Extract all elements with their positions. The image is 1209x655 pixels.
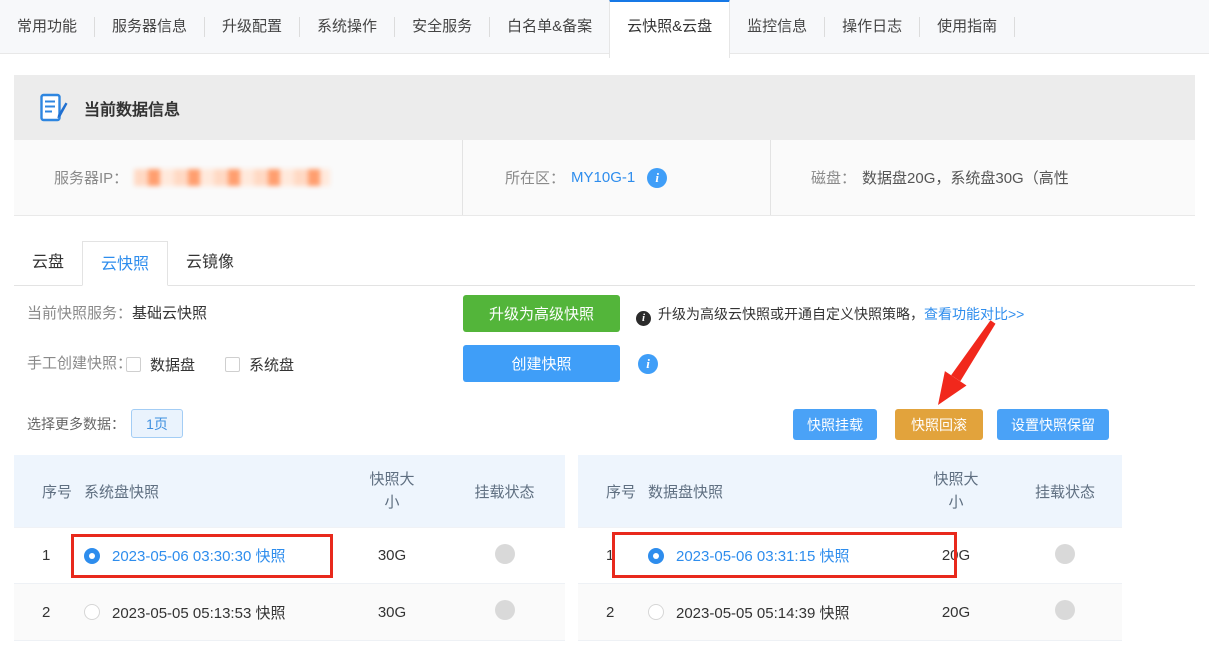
- snapshot-size: 30G: [340, 547, 444, 564]
- server-ip-label: 服务器IP：: [54, 167, 128, 188]
- data-disk-checkbox-label: 数据盘: [150, 354, 195, 375]
- tab-common-functions[interactable]: 常用功能: [0, 0, 94, 54]
- mount-status-dot: [1055, 600, 1075, 620]
- system-disk-checkbox-label: 系统盘: [249, 354, 294, 375]
- zone-info-icon[interactable]: i: [647, 168, 667, 188]
- snapshot-link[interactable]: 2023-05-06 03:30:30 快照: [112, 545, 285, 566]
- snapshot-management-page: 常用功能 服务器信息 升级配置 系统操作 安全服务 白名单&备案 云快照&云盘 …: [0, 0, 1209, 655]
- snapshot-size: 30G: [340, 604, 444, 621]
- radio-selected[interactable]: [84, 548, 100, 564]
- tab-security-service[interactable]: 安全服务: [395, 0, 489, 54]
- data-disk-checkbox[interactable]: 数据盘: [126, 354, 195, 375]
- tab-operation-log[interactable]: 操作日志: [825, 0, 919, 54]
- subtab-cloud-snapshot[interactable]: 云快照: [82, 241, 168, 286]
- subtab-cloud-image[interactable]: 云镜像: [168, 240, 252, 285]
- col-size: 快照大小: [340, 468, 444, 515]
- col-name: 系统盘快照: [84, 481, 340, 502]
- tab-upgrade-config[interactable]: 升级配置: [205, 0, 299, 54]
- col-status: 挂载状态: [1008, 481, 1122, 502]
- snapshot-mount-button[interactable]: 快照挂载: [793, 409, 877, 440]
- col-index: 序号: [578, 481, 648, 502]
- tab-cloud-snapshot-disk[interactable]: 云快照&云盘: [609, 0, 730, 58]
- checkbox-icon[interactable]: [126, 357, 141, 372]
- snapshot-retention-button[interactable]: 设置快照保留: [997, 409, 1109, 440]
- row-index: 2: [14, 604, 84, 621]
- snapshot-link[interactable]: 2023-05-06 03:31:15 快照: [676, 545, 849, 566]
- zone-cell: 所在区： MY10G-1 i: [462, 140, 770, 215]
- snapshot-size: 20G: [904, 604, 1008, 621]
- server-ip-cell: 服务器IP：: [14, 140, 462, 215]
- notice-info-icon: i: [636, 311, 651, 326]
- upgrade-snapshot-button[interactable]: 升级为高级快照: [463, 295, 620, 332]
- snapshot-service-row: 当前快照服务： 基础云快照 升级为高级快照 i 升级为高级云快照或开通自定义快照策…: [14, 295, 1195, 333]
- disk-value: 数据盘20G，系统盘30G（高性: [862, 167, 1069, 188]
- row-index: 1: [578, 547, 648, 564]
- snapshot-service-label: 当前快照服务：: [27, 295, 132, 333]
- radio-unselected[interactable]: [84, 604, 100, 620]
- tab-server-info[interactable]: 服务器信息: [95, 0, 204, 54]
- manual-create-row: 手工创建快照： 数据盘 系统盘 创建快照 i: [14, 345, 1195, 383]
- mount-status-dot: [495, 600, 515, 620]
- zone-value: MY10G-1: [571, 169, 635, 186]
- manual-create-label: 手工创建快照：: [27, 345, 132, 383]
- tab-whitelist-filing[interactable]: 白名单&备案: [490, 0, 609, 54]
- panel-title: 当前数据信息: [84, 96, 180, 120]
- radio-unselected[interactable]: [648, 604, 664, 620]
- upgrade-notice: i 升级为高级云快照或开通自定义快照策略，查看功能对比>>: [636, 295, 1024, 333]
- radio-selected[interactable]: [648, 548, 664, 564]
- checkbox-icon[interactable]: [225, 357, 240, 372]
- feature-compare-link[interactable]: 查看功能对比>>: [924, 306, 1024, 322]
- create-snapshot-button[interactable]: 创建快照: [463, 345, 620, 382]
- tab-monitoring-info[interactable]: 监控信息: [730, 0, 824, 54]
- system-disk-snapshot-table: 序号 系统盘快照 快照大小 挂载状态 1 2023-05-06 03:30:30…: [14, 455, 565, 641]
- snapshot-name: 2023-05-05 05:13:53 快照: [112, 602, 285, 623]
- row-index: 2: [578, 604, 648, 621]
- create-snapshot-info-icon[interactable]: i: [638, 354, 658, 374]
- more-data-label: 选择更多数据：: [27, 406, 125, 442]
- mount-status-dot: [495, 544, 515, 564]
- row-index: 1: [14, 547, 84, 564]
- top-tab-bar: 常用功能 服务器信息 升级配置 系统操作 安全服务 白名单&备案 云快照&云盘 …: [0, 0, 1209, 54]
- current-data-header: 当前数据信息: [14, 75, 1195, 140]
- document-edit-icon: [40, 93, 68, 123]
- col-size-label: 快照大小: [932, 468, 980, 515]
- disk-label: 磁盘：: [811, 167, 856, 188]
- subtab-cloud-disk[interactable]: 云盘: [14, 240, 82, 285]
- data-disk-snapshot-table: 序号 数据盘快照 快照大小 挂载状态 1 2023-05-06 03:31:15…: [578, 455, 1122, 641]
- table-row: 1 2023-05-06 03:30:30 快照 30G: [14, 528, 565, 584]
- mount-status-dot: [1055, 544, 1075, 564]
- table-header: 序号 数据盘快照 快照大小 挂载状态: [578, 455, 1122, 528]
- col-status: 挂载状态: [444, 481, 565, 502]
- snapshot-service-value: 基础云快照: [132, 295, 207, 333]
- server-info-row: 服务器IP： 所在区： MY10G-1 i 磁盘： 数据盘20G，系统盘30G（…: [14, 140, 1195, 216]
- page-1-button[interactable]: 1页: [131, 409, 183, 438]
- toolbar-row: 选择更多数据： 1页 快照挂载 快照回滚 设置快照保留: [14, 406, 1195, 442]
- col-size: 快照大小: [904, 468, 1008, 515]
- col-name: 数据盘快照: [648, 481, 904, 502]
- table-header: 序号 系统盘快照 快照大小 挂载状态: [14, 455, 565, 528]
- table-row: 2 2023-05-05 05:13:53 快照 30G: [14, 584, 565, 641]
- notice-text: 升级为高级云快照或开通自定义快照策略，: [658, 306, 924, 322]
- table-row: 2 2023-05-05 05:14:39 快照 20G: [578, 584, 1122, 641]
- system-disk-checkbox[interactable]: 系统盘: [225, 354, 294, 375]
- snapshot-size: 20G: [904, 547, 1008, 564]
- server-ip-redacted-value: [134, 169, 330, 186]
- table-row: 1 2023-05-06 03:31:15 快照 20G: [578, 528, 1122, 584]
- zone-label: 所在区：: [505, 167, 565, 188]
- tab-system-operation[interactable]: 系统操作: [300, 0, 394, 54]
- col-index: 序号: [14, 481, 84, 502]
- tab-divider: [1014, 17, 1015, 37]
- snapshot-name: 2023-05-05 05:14:39 快照: [676, 602, 849, 623]
- tab-user-guide[interactable]: 使用指南: [920, 0, 1014, 54]
- sub-tab-bar: 云盘 云快照 云镜像: [14, 240, 1195, 286]
- snapshot-rollback-button[interactable]: 快照回滚: [895, 409, 983, 440]
- col-size-label: 快照大小: [368, 468, 416, 515]
- disk-cell: 磁盘： 数据盘20G，系统盘30G（高性: [770, 140, 1195, 215]
